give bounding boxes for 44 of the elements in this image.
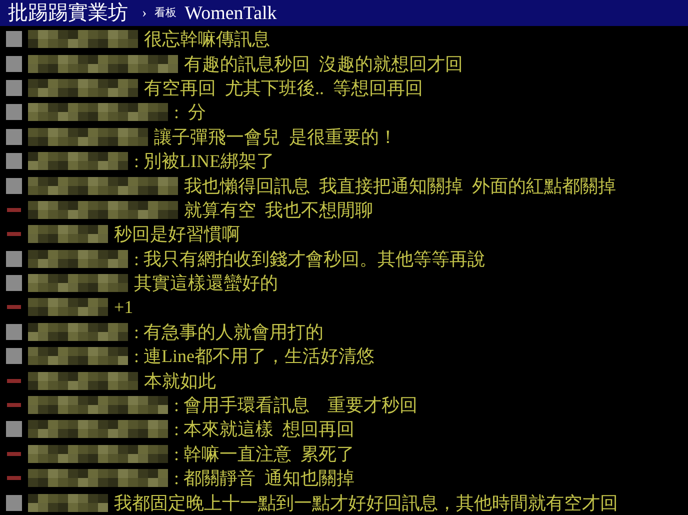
comment-text: 有趣的訊息秒回 沒趣的就想回才回 bbox=[184, 54, 463, 73]
comment-text: 其實這樣還蠻好的 bbox=[134, 274, 278, 292]
arrow-tag-icon bbox=[7, 232, 21, 236]
comment-text: 我也懶得回訊息 我直接把通知關掉 外面的紅點都關掉 bbox=[184, 176, 616, 195]
comment-text: 就算有空 我也不想閒聊 bbox=[184, 200, 373, 219]
comment-text: 秒回是好習慣啊 bbox=[114, 225, 240, 244]
arrow-tag-icon bbox=[7, 476, 21, 480]
comment-text: : 本來就這樣 想回再回 bbox=[174, 420, 355, 438]
comment-text: : 有急事的人就會用打的 bbox=[134, 322, 324, 341]
arrow-tag-icon bbox=[7, 452, 21, 456]
push-tag-icon bbox=[6, 348, 22, 364]
push-tag-icon bbox=[6, 153, 22, 170]
push-tag-icon bbox=[6, 178, 22, 194]
push-tag-icon bbox=[6, 275, 22, 292]
push-tag-icon bbox=[6, 31, 22, 48]
arrow-tag-icon bbox=[7, 305, 21, 310]
comment-text: 很忘幹嘛傳訊息 bbox=[144, 30, 270, 48]
comment-text: 有空再回 尤其下班後.. 等想回再回 bbox=[144, 78, 423, 97]
push-tag-icon bbox=[6, 324, 22, 340]
board-name: WomenTalk bbox=[184, 4, 277, 22]
push-tag-icon bbox=[6, 421, 22, 438]
arrow-tag-icon bbox=[7, 403, 21, 408]
comment-text: : 會用手環看訊息 重要才秒回 bbox=[174, 396, 418, 414]
push-tag-icon bbox=[6, 80, 22, 96]
comment-text: : 都關靜音 通知也關掉 bbox=[174, 469, 355, 488]
push-tag-icon bbox=[6, 104, 22, 120]
comment-text: : 幹嘛一直注意 累死了 bbox=[174, 444, 355, 463]
breadcrumb-separator: › bbox=[142, 4, 147, 22]
arrow-tag-icon bbox=[7, 378, 21, 383]
board-label: 看板 bbox=[154, 6, 177, 21]
comment-text: +1 bbox=[114, 298, 134, 316]
comment-text: : 連Line都不用了，生活好清悠 bbox=[134, 347, 374, 366]
site-title: 批踢踢實業坊 bbox=[8, 3, 128, 23]
push-tag-icon bbox=[6, 494, 22, 511]
comment-text: 我都固定晚上十一點到一點才好好回訊息，其他時間就有空才回 bbox=[114, 494, 618, 512]
comment-text: : 我只有網拍收到錢才會秒回。其他等等再說 bbox=[134, 250, 486, 268]
comment-text: : 分 bbox=[174, 103, 206, 122]
push-tag-icon bbox=[6, 250, 22, 267]
comment-text: 本就如此 bbox=[144, 372, 216, 390]
push-tag-icon bbox=[6, 128, 22, 145]
push-tag-icon bbox=[6, 56, 22, 72]
comment-text: : 別被LINE綁架了 bbox=[134, 152, 274, 170]
arrow-tag-icon bbox=[7, 208, 21, 212]
comment-text: 讓子彈飛一會兒 是很重要的！ bbox=[154, 128, 397, 146]
